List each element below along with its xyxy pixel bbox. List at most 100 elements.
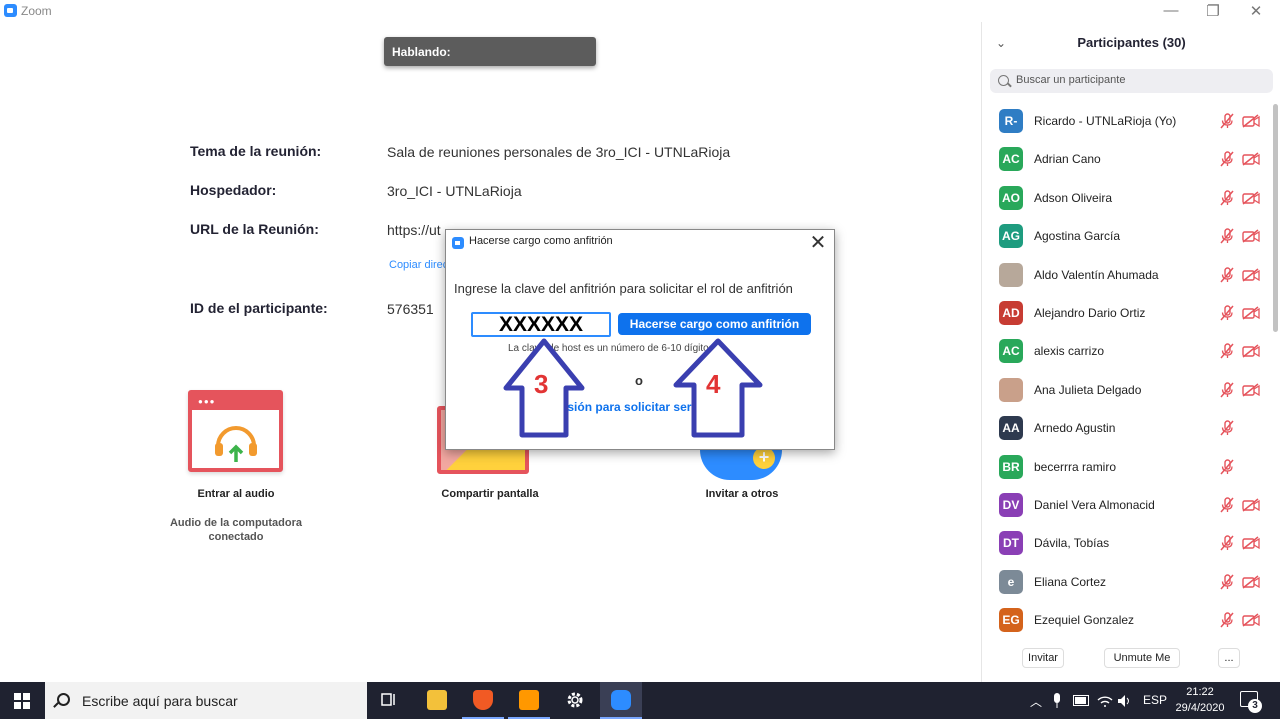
muted-mic-icon xyxy=(1219,420,1235,436)
tray-overflow-chevron-icon[interactable]: ︿ xyxy=(1030,693,1042,710)
avatar: DT xyxy=(999,531,1023,556)
participant-row[interactable]: AC Adrian Cano xyxy=(982,140,1272,178)
avatar: AC xyxy=(999,339,1023,364)
participants-title: Participantes (30) xyxy=(1077,35,1186,50)
file-explorer-button[interactable] xyxy=(416,682,458,719)
copy-url-link[interactable]: Copiar direc xyxy=(389,259,448,271)
more-options-button[interactable]: ... xyxy=(1218,648,1240,668)
annotation-number-4: 4 xyxy=(706,369,721,399)
avatar: e xyxy=(999,569,1023,594)
gear-icon xyxy=(567,692,583,708)
app-title: Zoom xyxy=(21,4,52,18)
wifi-icon[interactable] xyxy=(1097,694,1113,708)
join-audio-button[interactable]: ●●● xyxy=(188,390,283,472)
close-window-button[interactable]: ✕ xyxy=(1241,2,1271,20)
participant-list: R- Ricardo - UTNLaRioja (Yo) AC Adrian Cano… xyxy=(982,102,1272,639)
battery-icon[interactable] xyxy=(1073,695,1091,706)
muted-mic-icon xyxy=(1219,612,1235,628)
taskbar-search-box[interactable]: Escribe aquí para buscar xyxy=(45,682,367,719)
video-off-icon xyxy=(1242,114,1260,128)
participant-row[interactable]: Aldo Valentín Ahumada xyxy=(982,256,1272,294)
participant-row[interactable]: AC alexis carrizo xyxy=(982,332,1272,370)
participant-row[interactable]: DV Daniel Vera Almonacid xyxy=(982,486,1272,524)
task-view-button[interactable] xyxy=(368,682,410,719)
window-dots-icon: ●●● xyxy=(198,397,216,406)
participant-name: Eliana Cortez xyxy=(1034,574,1107,589)
participant-name: alexis carrizo xyxy=(1034,344,1105,359)
input-language[interactable]: ESP xyxy=(1143,693,1167,707)
video-off-icon xyxy=(1242,575,1260,589)
unmute-me-button[interactable]: Unmute Me xyxy=(1104,648,1180,668)
sublime-text-button[interactable] xyxy=(508,682,550,719)
video-off-icon xyxy=(1242,344,1260,358)
participant-row[interactable]: AD Alejandro Dario Ortiz xyxy=(982,294,1272,332)
avatar: R- xyxy=(999,109,1023,133)
avatar: AA xyxy=(999,416,1023,441)
microphone-icon[interactable] xyxy=(1052,693,1062,709)
muted-mic-icon xyxy=(1219,343,1235,359)
participant-name: Ana Julieta Delgado xyxy=(1034,382,1142,397)
zoom-logo-icon xyxy=(452,237,464,249)
participant-row[interactable]: AG Agostina García xyxy=(982,217,1272,255)
topic-label: Tema de la reunión: xyxy=(190,143,322,159)
avatar: AC xyxy=(999,147,1023,172)
topic-value: Sala de reuniones personales de 3ro_ICI … xyxy=(387,144,731,160)
windows-taskbar: Escribe aquí para buscar ︿ ESP 21:22 29/… xyxy=(0,682,1280,719)
zoom-taskbar-button[interactable] xyxy=(600,682,642,719)
participant-row[interactable]: AA Arnedo Agustin xyxy=(982,409,1272,447)
zoom-logo-icon xyxy=(4,4,17,17)
participant-row[interactable]: e Eliana Cortez xyxy=(982,563,1272,601)
taskbar-search-placeholder: Escribe aquí para buscar xyxy=(82,693,238,709)
participant-id-value: 576351 xyxy=(387,301,434,317)
muted-mic-icon xyxy=(1219,113,1235,129)
search-icon xyxy=(57,693,70,706)
muted-mic-icon xyxy=(1219,535,1235,551)
claim-host-button[interactable]: Hacerse cargo como anfitrión xyxy=(618,313,811,335)
search-placeholder: Buscar un participante xyxy=(1016,74,1126,86)
url-value[interactable]: https://ut xyxy=(387,222,441,238)
video-off-icon xyxy=(1242,191,1260,205)
participant-row[interactable]: BR becerrra ramiro xyxy=(982,448,1272,486)
participants-panel: ⌄ Participantes (30) Buscar un participa… xyxy=(981,22,1280,682)
host-key-input[interactable] xyxy=(471,312,611,337)
minimize-button[interactable]: — xyxy=(1156,2,1186,19)
participant-row[interactable]: EG Ezequiel Gonzalez xyxy=(982,601,1272,639)
participant-name: Ricardo - UTNLaRioja (Yo) xyxy=(1034,114,1177,128)
participant-search-input[interactable]: Buscar un participante xyxy=(990,69,1273,93)
video-off-icon xyxy=(1242,152,1260,166)
system-clock[interactable]: 21:22 29/4/2020 xyxy=(1172,684,1228,716)
dialog-prompt: Ingrese la clave del anfitrión para soli… xyxy=(454,281,793,296)
participant-name: Daniel Vera Almonacid xyxy=(1034,497,1155,512)
settings-button[interactable] xyxy=(554,682,596,719)
avatar: EG xyxy=(999,608,1023,633)
participant-name: Adson Oliveira xyxy=(1034,190,1113,205)
clock-time: 21:22 xyxy=(1186,686,1214,698)
speaking-indicator: Hablando: xyxy=(384,37,596,66)
muted-mic-icon xyxy=(1219,458,1235,475)
avatar xyxy=(999,262,1023,287)
task-view-icon xyxy=(381,693,395,706)
muted-mic-icon xyxy=(1219,382,1235,398)
plus-icon: + xyxy=(753,447,775,469)
participant-row[interactable]: DT Dávila, Tobías xyxy=(982,524,1272,562)
video-off-icon xyxy=(1242,267,1260,282)
restore-button[interactable]: ❐ xyxy=(1198,2,1228,20)
participant-row[interactable]: AO Adson Oliveira xyxy=(982,179,1272,217)
scrollbar-thumb[interactable] xyxy=(1273,104,1278,332)
brave-browser-button[interactable] xyxy=(462,682,504,719)
participant-name: Arnedo Agustin xyxy=(1034,421,1116,436)
participant-row[interactable]: R- Ricardo - UTNLaRioja (Yo) xyxy=(982,102,1272,140)
avatar: AD xyxy=(999,300,1023,325)
muted-mic-icon xyxy=(1219,573,1235,590)
participant-row[interactable]: Ana Julieta Delgado xyxy=(982,371,1272,409)
dialog-close-button[interactable]: ✕ xyxy=(808,230,828,255)
volume-icon[interactable] xyxy=(1117,694,1133,708)
muted-mic-icon xyxy=(1219,151,1235,167)
windows-start-icon[interactable] xyxy=(14,693,30,709)
muted-mic-icon xyxy=(1219,190,1235,206)
zoom-app-icon xyxy=(611,690,631,710)
participant-name: Adrian Cano xyxy=(1034,152,1101,167)
video-off-icon xyxy=(1242,536,1260,550)
invite-participants-button[interactable]: Invitar xyxy=(1022,648,1064,668)
avatar: AG xyxy=(999,224,1023,249)
